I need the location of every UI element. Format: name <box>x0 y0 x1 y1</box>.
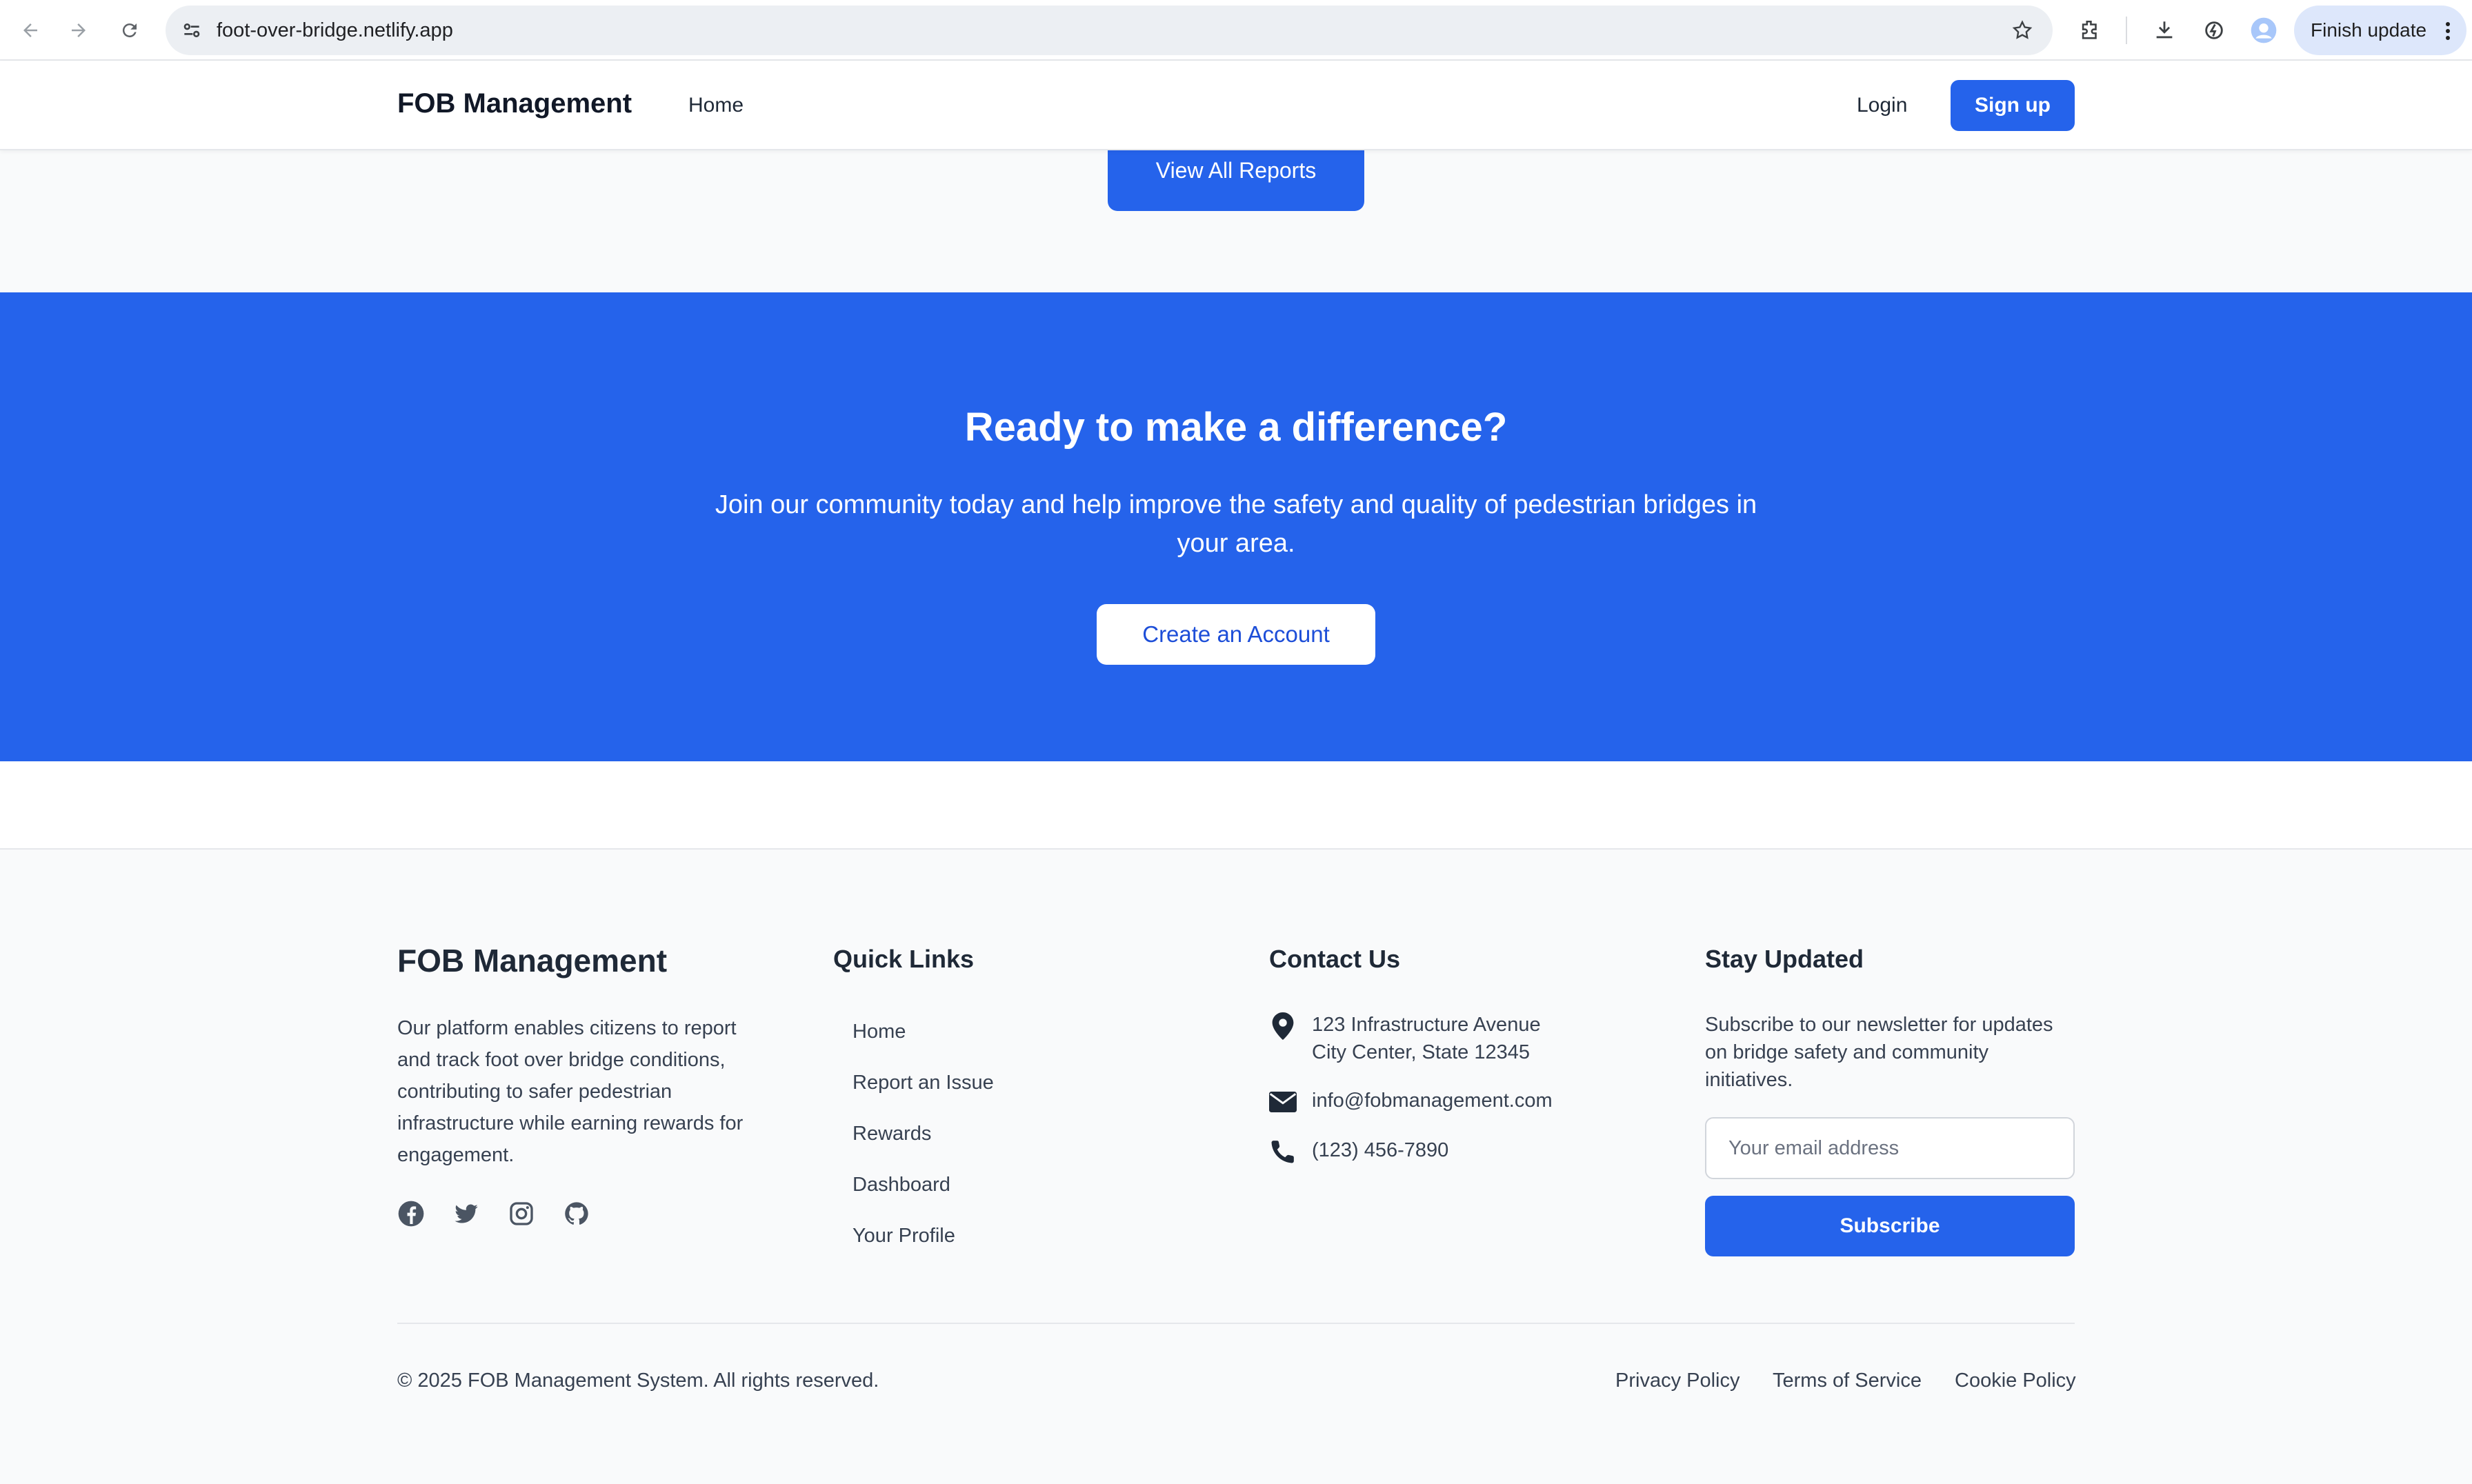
more-menu-icon[interactable] <box>2444 21 2451 46</box>
extensions-icon[interactable] <box>2072 12 2108 48</box>
back-icon[interactable] <box>12 12 48 48</box>
contact-phone: (123) 456-7890 <box>1269 1136 1448 1165</box>
nav-brand-logo[interactable]: FOB Management <box>397 88 632 119</box>
privacy-policy-link[interactable]: Privacy Policy <box>1615 1370 1740 1392</box>
reports-section: View All Reports <box>0 139 2472 292</box>
contact-email-link[interactable]: info@fobmanagement.com <box>1312 1087 1553 1114</box>
address-line-1: 123 Infrastructure Avenue <box>1312 1014 1541 1036</box>
address-line-2: City Center, State 12345 <box>1312 1041 1530 1063</box>
newsletter-description: Subscribe to our newsletter for updates … <box>1705 1014 2053 1091</box>
signup-button[interactable]: Sign up <box>1951 80 2075 131</box>
address-bar[interactable]: foot-over-bridge.netlify.app <box>166 6 2053 55</box>
section-spacer <box>0 761 2472 850</box>
url-text: foot-over-bridge.netlify.app <box>217 19 453 41</box>
facebook-icon[interactable] <box>397 1200 425 1227</box>
twitter-icon[interactable] <box>452 1200 480 1227</box>
github-icon[interactable] <box>563 1200 590 1227</box>
cta-section: Ready to make a difference? Join our com… <box>0 292 2472 761</box>
login-link[interactable]: Login <box>1857 94 1907 117</box>
site-settings-icon[interactable] <box>181 19 203 45</box>
cta-description: Join our community today and help improv… <box>715 490 1757 558</box>
forward-icon[interactable] <box>61 12 97 48</box>
browser-toolbar: foot-over-bridge.netlify.app Finish upda… <box>0 0 2472 61</box>
contact-email: info@fobmanagement.com <box>1269 1087 1553 1116</box>
footer-brand: FOB Management <box>397 943 668 979</box>
newsletter-email-input[interactable] <box>1705 1117 2075 1179</box>
finish-update-button[interactable]: Finish update <box>2294 6 2466 55</box>
performance-icon[interactable] <box>2196 12 2232 48</box>
quick-links-title: Quick Links <box>833 945 975 973</box>
map-pin-icon <box>1269 1012 1297 1040</box>
footer-divider <box>397 1323 2075 1324</box>
contact-address: 123 Infrastructure Avenue City Center, S… <box>1269 1011 1541 1066</box>
social-links <box>397 1200 590 1227</box>
profile-avatar-icon[interactable] <box>2246 12 2282 48</box>
finish-update-label: Finish update <box>2311 19 2427 41</box>
contact-title: Contact Us <box>1269 945 1401 973</box>
footer-link-home[interactable]: Home <box>853 1021 906 1043</box>
contact-phone-link[interactable]: (123) 456-7890 <box>1312 1136 1448 1164</box>
footer-link-dashboard[interactable]: Dashboard <box>853 1174 950 1196</box>
toolbar-divider <box>2126 17 2127 44</box>
terms-of-service-link[interactable]: Terms of Service <box>1773 1370 1922 1392</box>
phone-icon <box>1269 1138 1297 1165</box>
envelope-icon <box>1269 1088 1297 1116</box>
cookie-policy-link[interactable]: Cookie Policy <box>1955 1370 2076 1392</box>
create-account-button[interactable]: Create an Account <box>1097 604 1375 665</box>
footer-link-rewards[interactable]: Rewards <box>853 1123 931 1145</box>
nav-home-link[interactable]: Home <box>688 94 744 117</box>
footer-link-profile[interactable]: Your Profile <box>853 1225 955 1247</box>
reload-icon[interactable] <box>112 12 148 48</box>
cta-title: Ready to make a difference? <box>964 405 1508 450</box>
instagram-icon[interactable] <box>508 1200 535 1227</box>
newsletter-title: Stay Updated <box>1705 945 1864 973</box>
footer-description: Our platform enables citizens to report … <box>397 1017 744 1166</box>
download-icon[interactable] <box>2146 12 2182 48</box>
footer-link-report-issue[interactable]: Report an Issue <box>853 1072 994 1094</box>
bookmark-star-icon[interactable] <box>2011 19 2033 45</box>
subscribe-button[interactable]: Subscribe <box>1705 1196 2075 1256</box>
copyright-text: © 2025 FOB Management System. All rights… <box>397 1370 879 1392</box>
site-navbar: FOB Management Home Login Sign up <box>0 61 2472 150</box>
footer: FOB Management Our platform enables citi… <box>0 851 2472 1484</box>
